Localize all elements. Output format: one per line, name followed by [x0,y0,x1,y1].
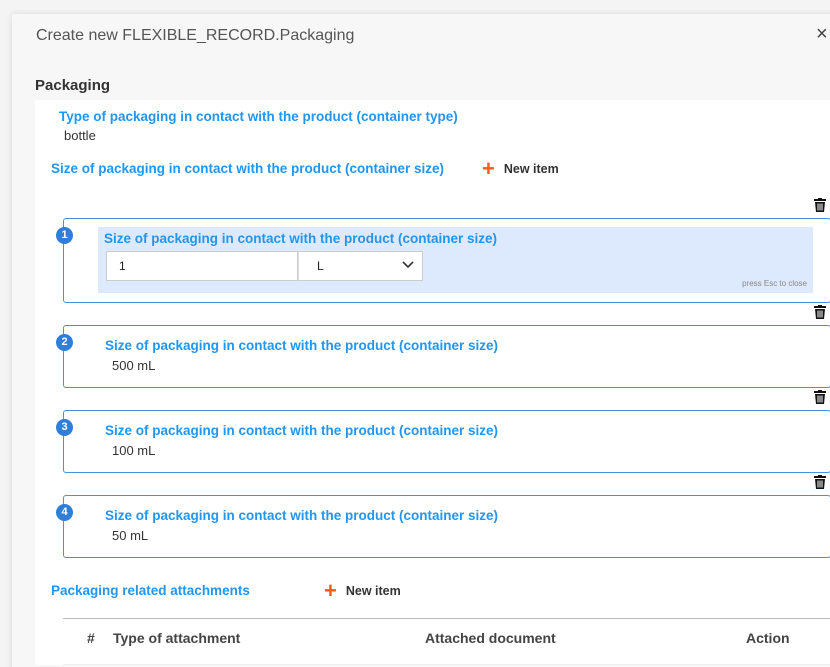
container-size-label: Size of packaging in contact with the pr… [51,161,445,176]
container-size-item-4[interactable]: 4 Size of packaging in contact with the … [56,495,830,558]
trash-icon[interactable] [814,475,826,489]
attachments-label: Packaging related attachments [51,583,250,598]
container-type-label: Type of packaging in contact with the pr… [59,109,458,124]
column-header-document: Attached document [425,630,556,646]
container-size-item-2[interactable]: 2 Size of packaging in contact with the … [56,325,830,388]
unit-value: L [317,259,324,273]
item-number-badge: 3 [56,419,73,436]
plus-icon: + [482,156,495,181]
add-attachment-button[interactable]: + New item [324,578,401,603]
column-header-type: Type of attachment [113,630,241,646]
item-number-badge: 2 [56,334,73,351]
form-content: Type of packaging in contact with the pr… [35,100,830,665]
item-value: 50 mL [112,528,149,543]
unit-select[interactable]: L [298,251,423,281]
item-number-badge: 1 [56,227,73,244]
trash-icon[interactable] [814,390,826,404]
container-type-value: bottle [64,128,96,143]
add-container-size-button[interactable]: + New item [482,156,559,181]
create-record-dialog: Create new FLEXIBLE_RECORD.Packaging × P… [12,14,830,667]
container-size-item-1: 1 Size of packaging in contact with the … [56,218,830,303]
column-header-action: Action [746,630,790,646]
new-item-label: New item [503,162,559,176]
dialog-title: Create new FLEXIBLE_RECORD.Packaging [36,27,355,44]
plus-icon: + [324,578,337,603]
item-number-badge: 4 [56,504,73,521]
column-header-number: # [87,630,95,646]
new-item-label: New item [345,584,401,598]
attachments-table-header: # Type of attachment Attached document A… [63,618,830,665]
trash-icon[interactable] [814,305,826,319]
item-edit-area: Size of packaging in contact with the pr… [98,227,813,293]
section-title: Packaging [35,77,111,94]
item-label: Size of packaging in contact with the pr… [105,338,499,353]
close-icon[interactable]: × [816,24,828,44]
trash-icon[interactable] [814,198,826,212]
item-label: Size of packaging in contact with the pr… [104,231,498,246]
item-value: 100 mL [112,443,156,458]
quantity-input[interactable]: 1 [106,251,298,281]
esc-hint: press Esc to close [742,279,807,288]
item-label: Size of packaging in contact with the pr… [105,508,499,523]
item-label: Size of packaging in contact with the pr… [105,423,499,438]
item-value: 500 mL [112,358,156,373]
container-size-item-3[interactable]: 3 Size of packaging in contact with the … [56,410,830,473]
chevron-down-icon [402,261,414,269]
